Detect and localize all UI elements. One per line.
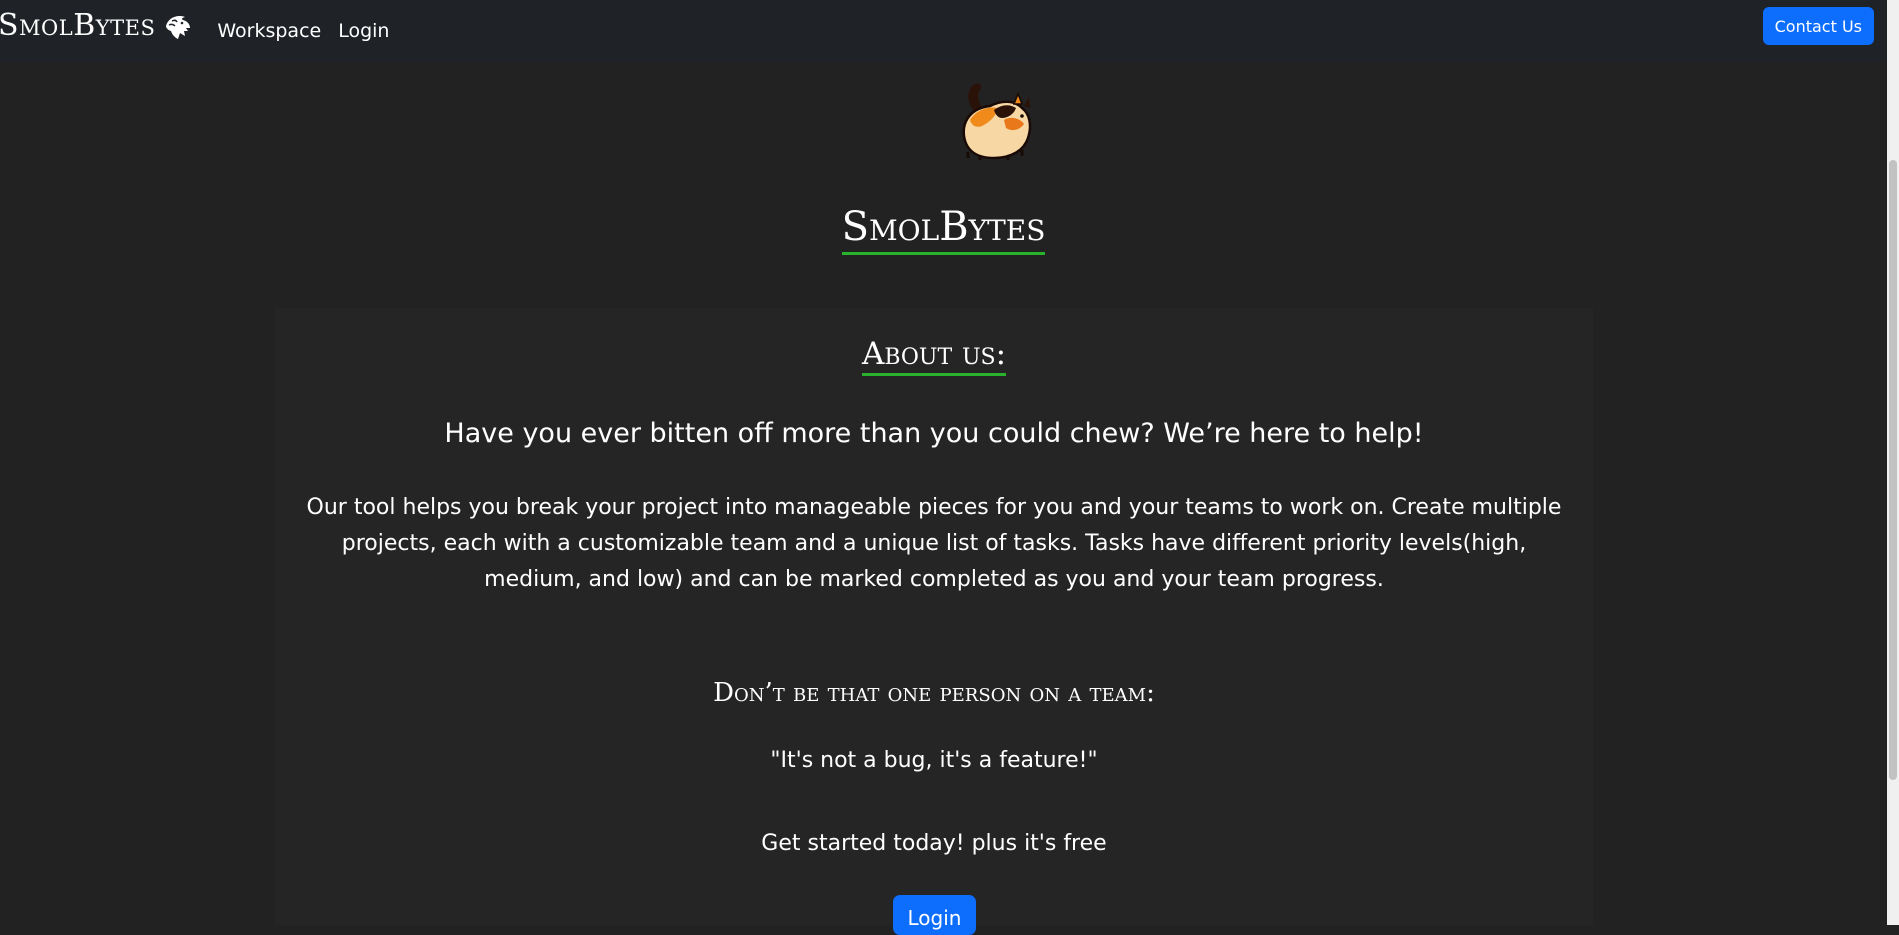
contact-us-button[interactable]: Contact Us	[1762, 7, 1874, 45]
site-title: SmolBytes	[0, 204, 1887, 255]
top-navbar: SmolBytes Workspace Login Contact Us	[0, 0, 1887, 62]
nav-link-login[interactable]: Login	[338, 20, 389, 42]
brand-link[interactable]: SmolBytes	[0, 0, 193, 62]
about-description: Our tool helps you break your project in…	[306, 495, 1562, 592]
scrollbar-thumb[interactable]	[1889, 160, 1897, 780]
brand-name: SmolBytes	[0, 8, 156, 43]
about-heading: About us:	[275, 336, 1593, 376]
about-panel: About us: Have you ever bitten off more …	[275, 308, 1593, 935]
team-subheading: Don’t be that one person on a team:	[713, 678, 1155, 708]
page-scrollbar[interactable]	[1887, 0, 1899, 925]
quote-text: "It's not a bug, it's a feature!"	[770, 748, 1098, 773]
lion-head-icon	[166, 16, 191, 39]
tagline: Have you ever bitten off more than you c…	[444, 418, 1424, 449]
call-to-action: Get started today! plus it's free	[761, 831, 1107, 856]
about-heading-text: About us:	[861, 336, 1007, 376]
nav-links: Workspace Login	[217, 20, 389, 42]
login-button[interactable]: Login	[893, 895, 976, 935]
cat-mascot-icon	[962, 83, 1032, 160]
nav-link-workspace[interactable]: Workspace	[217, 20, 321, 42]
site-title-text: SmolBytes	[841, 204, 1046, 255]
